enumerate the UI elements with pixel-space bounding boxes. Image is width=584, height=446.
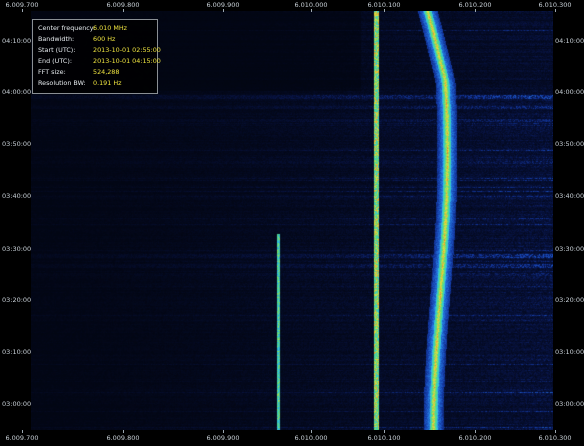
time-label-right: 03:00:00 — [555, 400, 584, 408]
info-label: End (UTC): — [38, 57, 72, 65]
time-label-right: 03:50:00 — [555, 140, 584, 148]
frequency-tick — [123, 9, 124, 12]
frequency-label-top: 6.010.000 — [294, 1, 328, 9]
time-label-left: 03:40:00 — [2, 192, 32, 200]
time-label-right: 03:40:00 — [555, 192, 584, 200]
info-row-bandwidth: Bandwidth: 600 Hz — [38, 35, 115, 43]
time-label-right: 03:10:00 — [555, 348, 584, 356]
frequency-label-top: 6.009.700 — [5, 1, 39, 9]
frequency-label-bottom: 6.009.700 — [5, 434, 39, 442]
time-label-left: 03:50:00 — [2, 140, 32, 148]
info-value: 524,288 — [93, 68, 120, 76]
frequency-tick — [123, 430, 124, 433]
info-panel: Center frequency:6.010 MHz Bandwidth: 600… — [32, 19, 161, 94]
frequency-tick — [475, 9, 476, 12]
time-label-left: 03:00:00 — [2, 400, 32, 408]
frequency-tick — [311, 430, 312, 433]
info-label: FFT size: — [38, 68, 66, 76]
frequency-label-bottom: 6.009.900 — [206, 434, 240, 442]
time-label-left: 03:20:00 — [2, 296, 32, 304]
frequency-label-top: 6.010.200 — [458, 1, 492, 9]
frequency-tick — [311, 9, 312, 12]
frequency-label-bottom: 6.010.100 — [367, 434, 401, 442]
time-label-right: 03:30:00 — [555, 245, 584, 253]
time-label-right: 04:00:00 — [555, 88, 584, 96]
frequency-tick — [475, 430, 476, 433]
frequency-tick — [223, 430, 224, 433]
info-value: 2013-10-01 02:55:00 — [93, 46, 161, 54]
info-label: Bandwidth: — [38, 35, 75, 43]
info-value: 0.191 Hz — [93, 79, 122, 87]
frequency-label-top: 6.009.800 — [106, 1, 140, 9]
info-value: 2013-10-01 04:15:00 — [93, 57, 161, 65]
frequency-tick — [384, 430, 385, 433]
time-label-left: 03:10:00 — [2, 348, 32, 356]
frequency-label-bottom: 6.010.300 — [538, 434, 572, 442]
frequency-tick — [22, 430, 23, 433]
info-value: 6.010 MHz — [93, 24, 128, 32]
info-label: Center frequency: — [38, 24, 96, 32]
frequency-tick — [22, 9, 23, 12]
frequency-tick — [223, 9, 224, 12]
info-value: 600 Hz — [93, 35, 116, 43]
time-label-left: 04:10:00 — [2, 37, 32, 45]
info-row-center-frequency: Center frequency:6.010 MHz — [38, 24, 127, 32]
info-label: Resolution BW: — [38, 79, 86, 87]
info-row-end: End (UTC): 2013-10-01 04:15:00 — [38, 57, 161, 65]
frequency-label-bottom: 6.010.000 — [294, 434, 328, 442]
frequency-label-bottom: 6.009.800 — [106, 434, 140, 442]
info-label: Start (UTC): — [38, 46, 76, 54]
time-label-right: 04:10:00 — [555, 37, 584, 45]
info-row-start: Start (UTC): 2013-10-01 02:55:00 — [38, 46, 161, 54]
frequency-label-top: 6.010.100 — [367, 1, 401, 9]
frequency-tick — [555, 430, 556, 433]
frequency-label-top: 6.010.300 — [538, 1, 572, 9]
info-row-resolution-bw: Resolution BW: 0.191 Hz — [38, 79, 122, 87]
info-row-fft-size: FFT size: 524,288 — [38, 68, 119, 76]
frequency-label-top: 6.009.900 — [206, 1, 240, 9]
time-label-left: 04:00:00 — [2, 88, 32, 96]
frequency-tick — [555, 9, 556, 12]
time-label-right: 03:20:00 — [555, 296, 584, 304]
frequency-tick — [384, 9, 385, 12]
frequency-label-bottom: 6.010.200 — [458, 434, 492, 442]
time-label-left: 03:30:00 — [2, 245, 32, 253]
spectrogram-viewer: Center frequency:6.010 MHz Bandwidth: 600… — [0, 0, 584, 446]
